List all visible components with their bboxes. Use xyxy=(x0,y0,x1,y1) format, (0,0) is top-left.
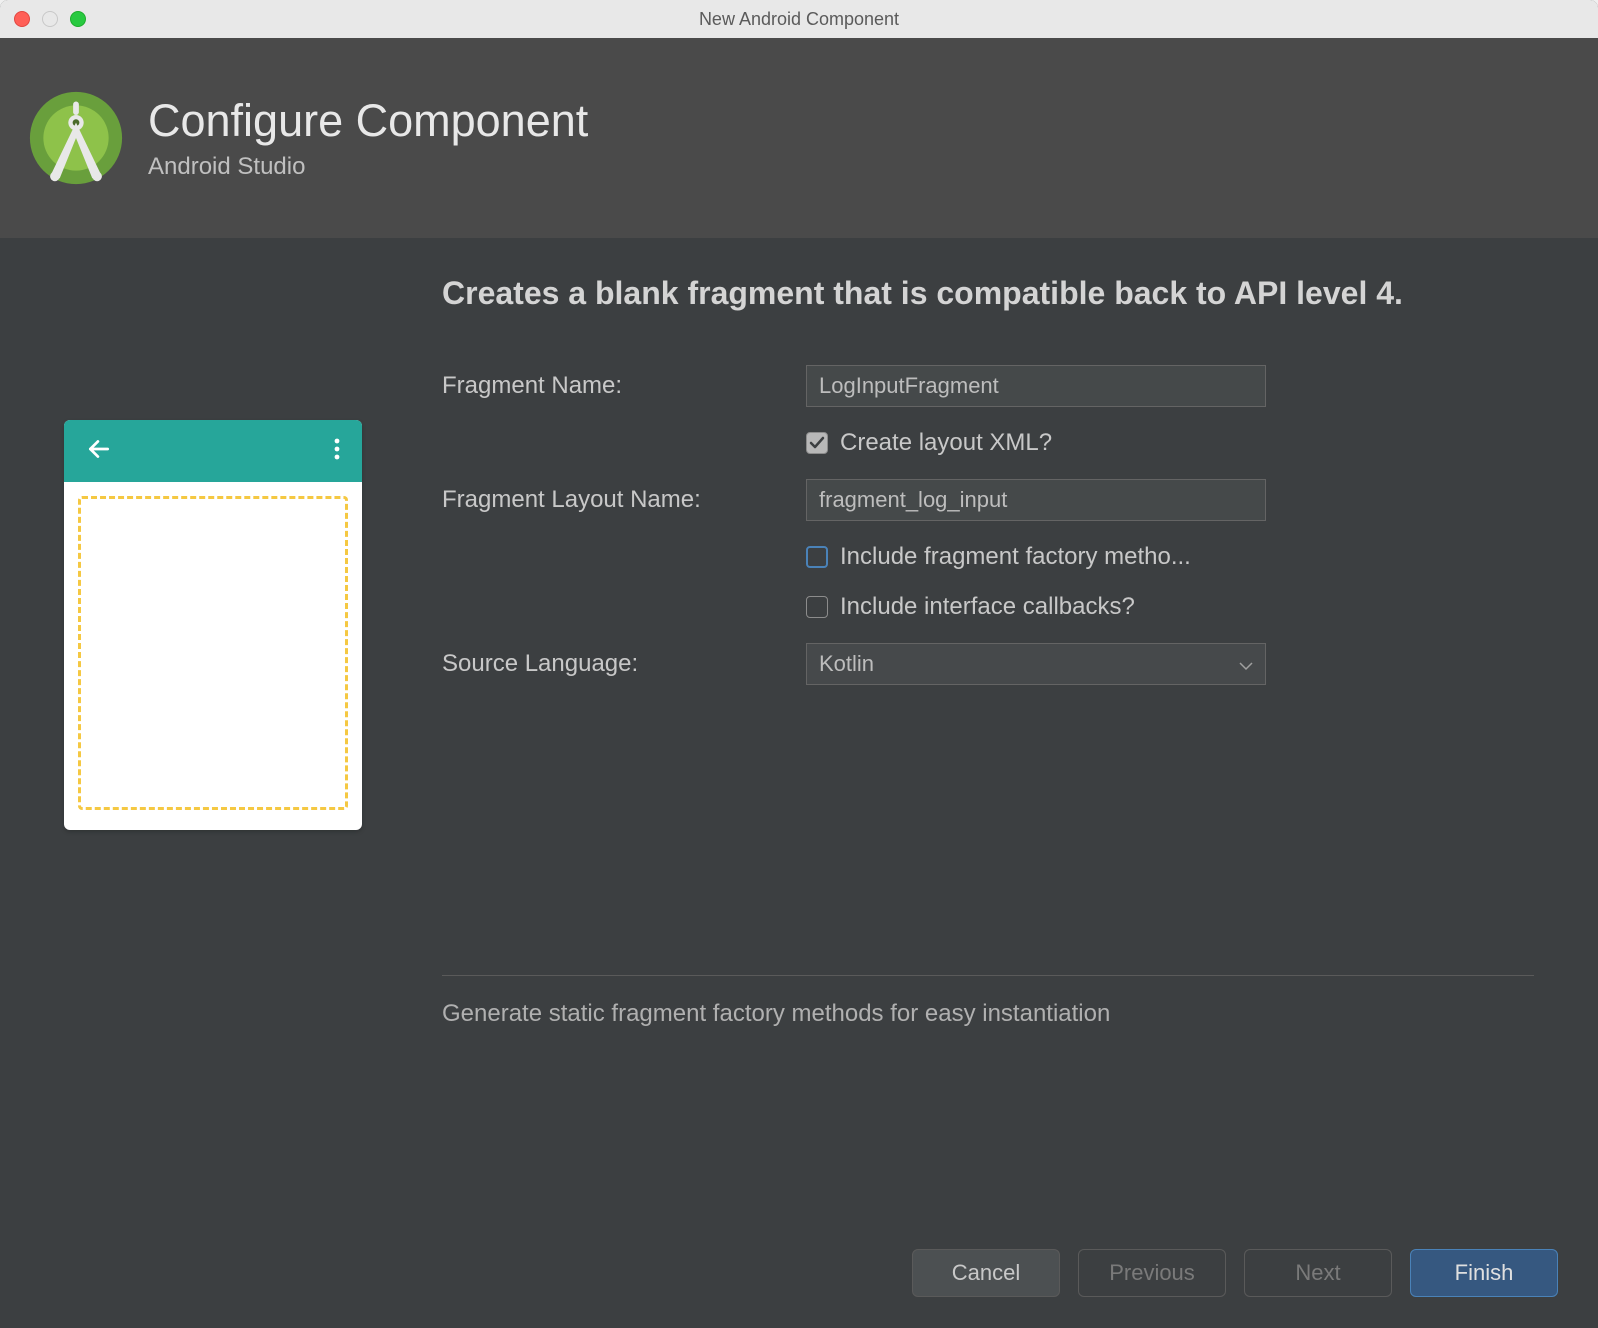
source-language-select[interactable]: Kotlin xyxy=(806,643,1266,685)
android-studio-logo-icon xyxy=(26,88,126,188)
create-layout-checkbox-row[interactable]: Create layout XML? xyxy=(806,429,1534,457)
dialog-header: Configure Component Android Studio xyxy=(0,38,1598,238)
page-title: Configure Component xyxy=(148,95,588,147)
dialog-footer: Cancel Previous Next Finish xyxy=(0,1218,1598,1328)
include-callbacks-checkbox-row[interactable]: Include interface callbacks? xyxy=(806,593,1534,621)
preview-fragment-placeholder xyxy=(78,496,348,810)
window-title: New Android Component xyxy=(699,9,899,30)
next-button[interactable]: Next xyxy=(1244,1249,1392,1297)
hint-text: Generate static fragment factory methods… xyxy=(442,976,1534,1052)
page-subtitle: Android Studio xyxy=(148,153,588,181)
layout-name-input[interactable] xyxy=(806,479,1266,521)
titlebar: New Android Component xyxy=(0,0,1598,38)
form-column: Creates a blank fragment that is compati… xyxy=(442,272,1534,1218)
include-callbacks-label: Include interface callbacks? xyxy=(840,593,1135,621)
preview-appbar xyxy=(64,420,362,482)
preview-column xyxy=(64,272,362,1218)
window-controls xyxy=(14,11,86,27)
overflow-menu-icon xyxy=(334,438,340,465)
dialog-content: Creates a blank fragment that is compati… xyxy=(0,238,1598,1218)
form-grid: Fragment Name: Create layout XML? Fragme… xyxy=(442,365,1534,685)
dialog-window: New Android Component Configure Componen… xyxy=(0,0,1598,1328)
minimize-window-button[interactable] xyxy=(42,11,58,27)
layout-name-label: Fragment Layout Name: xyxy=(442,486,782,514)
maximize-window-button[interactable] xyxy=(70,11,86,27)
create-layout-checkbox[interactable] xyxy=(806,432,828,454)
include-factory-checkbox-row[interactable]: Include fragment factory metho... xyxy=(806,543,1534,571)
finish-button[interactable]: Finish xyxy=(1410,1249,1558,1297)
form-description: Creates a blank fragment that is compati… xyxy=(442,272,1534,315)
include-callbacks-checkbox[interactable] xyxy=(806,596,828,618)
header-text: Configure Component Android Studio xyxy=(148,95,588,181)
include-factory-checkbox[interactable] xyxy=(806,546,828,568)
source-language-value: Kotlin xyxy=(819,651,874,677)
fragment-name-input[interactable] xyxy=(806,365,1266,407)
cancel-button[interactable]: Cancel xyxy=(912,1249,1060,1297)
close-window-button[interactable] xyxy=(14,11,30,27)
source-language-label: Source Language: xyxy=(442,650,782,678)
create-layout-label: Create layout XML? xyxy=(840,429,1052,457)
chevron-down-icon xyxy=(1239,651,1253,677)
include-factory-label: Include fragment factory metho... xyxy=(840,543,1191,571)
back-arrow-icon xyxy=(86,436,112,467)
fragment-name-label: Fragment Name: xyxy=(442,372,782,400)
previous-button[interactable]: Previous xyxy=(1078,1249,1226,1297)
phone-preview xyxy=(64,420,362,830)
